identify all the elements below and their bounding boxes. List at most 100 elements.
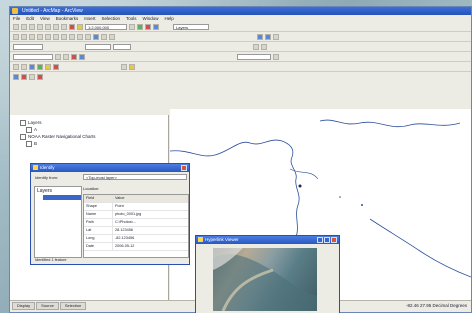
back-icon[interactable] xyxy=(61,33,67,40)
rotate-icon[interactable] xyxy=(55,53,61,60)
menu-insert[interactable]: Insert xyxy=(84,15,95,22)
menu-selection[interactable]: Selection xyxy=(102,15,121,22)
small-island xyxy=(339,196,341,198)
tools-toolbar xyxy=(10,32,471,42)
help-icon[interactable] xyxy=(153,23,159,30)
select-elements-icon[interactable] xyxy=(85,33,91,40)
fixed-zoom-out-icon[interactable] xyxy=(53,33,59,40)
menu-window[interactable]: Window xyxy=(143,15,159,22)
data-view-icon[interactable] xyxy=(21,73,27,80)
table-row[interactable]: Name photo_0001.jpg xyxy=(84,211,188,219)
forward-icon[interactable] xyxy=(69,33,75,40)
print-icon[interactable] xyxy=(37,23,43,30)
menu-bookmarks[interactable]: Bookmarks xyxy=(56,15,79,22)
photo-point[interactable] xyxy=(298,184,302,188)
menu-help[interactable]: Help xyxy=(165,15,174,22)
menu-file[interactable]: File xyxy=(13,15,20,22)
drawing-combo[interactable] xyxy=(13,43,43,50)
tab-selection[interactable]: Selection xyxy=(59,302,87,310)
effects-combo[interactable] xyxy=(237,53,271,60)
tree-noaa-charts[interactable]: NOAA Raster Navigational Charts xyxy=(20,133,96,140)
paste-icon[interactable] xyxy=(61,23,67,30)
cut-icon[interactable] xyxy=(45,23,51,30)
app-titlebar[interactable]: Untitled - ArcMap - ArcView xyxy=(10,7,471,15)
pause-drawing-icon[interactable] xyxy=(37,73,43,80)
checkbox-icon[interactable] xyxy=(26,126,32,133)
table-row[interactable]: Long -82.123456 xyxy=(84,235,188,243)
menu-view[interactable]: View xyxy=(40,15,50,22)
scale-combo[interactable]: 1:2,000,000 xyxy=(85,23,127,30)
layer-tree: Layers A NOAA Raster Navigational Charts… xyxy=(20,119,96,147)
menu-edit[interactable]: Edit xyxy=(26,15,34,22)
italic-icon[interactable] xyxy=(261,43,267,50)
misc-toolbar xyxy=(10,72,471,81)
font-combo[interactable] xyxy=(85,43,111,50)
tree-layer-b[interactable]: B xyxy=(20,140,96,147)
font-size-combo[interactable] xyxy=(113,43,131,50)
attributes-icon[interactable] xyxy=(45,63,51,70)
tab-source[interactable]: Source xyxy=(36,302,59,310)
identify-tree[interactable]: Layers xyxy=(34,186,82,258)
checkbox-icon[interactable] xyxy=(20,133,26,140)
task-icon[interactable] xyxy=(29,63,35,70)
select-features-icon[interactable] xyxy=(77,33,83,40)
delete-icon[interactable] xyxy=(69,23,75,30)
copy-icon[interactable] xyxy=(53,23,59,30)
add-data-icon[interactable] xyxy=(77,23,83,30)
full-extent-icon[interactable] xyxy=(37,33,43,40)
add-control-point-icon[interactable] xyxy=(71,53,77,60)
identify-titlebar[interactable]: Identify xyxy=(31,164,189,172)
sketch-properties-icon[interactable] xyxy=(53,63,59,70)
table-row[interactable]: Lat 28.123456 xyxy=(84,227,188,235)
editor-icon[interactable] xyxy=(129,23,135,30)
coastline-north xyxy=(319,119,461,128)
menu-tools[interactable]: Tools xyxy=(126,15,137,22)
zoom-out-icon[interactable] xyxy=(21,33,27,40)
layout-view-icon[interactable] xyxy=(13,73,19,80)
open-icon[interactable] xyxy=(21,23,27,30)
close-button[interactable] xyxy=(331,237,337,243)
go-to-xy-icon[interactable] xyxy=(265,33,271,40)
contrast-icon[interactable] xyxy=(273,53,279,60)
split-icon[interactable] xyxy=(121,63,127,70)
menu-bar: File Edit View Bookmarks Insert Selectio… xyxy=(10,15,471,22)
bold-icon[interactable] xyxy=(253,43,259,50)
identify-icon xyxy=(33,165,38,170)
refresh-icon[interactable] xyxy=(29,73,35,80)
minimize-button[interactable] xyxy=(317,237,323,243)
view-link-table-icon[interactable] xyxy=(79,53,85,60)
save-icon[interactable] xyxy=(29,23,35,30)
table-row[interactable]: Shape Point xyxy=(84,203,188,211)
target-icon[interactable] xyxy=(37,63,43,70)
tree-layer-a[interactable]: A xyxy=(20,126,96,133)
table-row[interactable]: Date 2006-05-12 xyxy=(84,243,188,251)
pan-icon[interactable] xyxy=(29,33,35,40)
command-line-icon[interactable] xyxy=(145,23,151,30)
identify-icon[interactable] xyxy=(93,33,99,40)
new-icon[interactable] xyxy=(13,23,19,30)
fixed-zoom-in-icon[interactable] xyxy=(45,33,51,40)
identify-from-combo[interactable]: <Top-most layer> xyxy=(83,174,187,180)
tab-display[interactable]: Display xyxy=(12,302,36,310)
zoom-in-icon[interactable] xyxy=(13,33,19,40)
edit-tool-icon[interactable] xyxy=(13,63,19,70)
close-button[interactable] xyxy=(181,165,187,171)
rotate-tool-icon[interactable] xyxy=(129,63,135,70)
table-row[interactable]: Path C:\Photos\... xyxy=(84,219,188,227)
maximize-button[interactable] xyxy=(324,237,330,243)
identify-tree-root[interactable]: Layers xyxy=(35,187,81,195)
time-slider-icon[interactable] xyxy=(273,33,279,40)
sketch-tool-icon[interactable] xyxy=(21,63,27,70)
georef-combo[interactable] xyxy=(13,53,53,60)
shift-icon[interactable] xyxy=(63,53,69,60)
hyperlink-icon[interactable] xyxy=(257,33,263,40)
drawing-toolbar xyxy=(10,42,471,52)
identify-tree-selected[interactable] xyxy=(43,195,81,200)
tree-layers[interactable]: Layers xyxy=(20,119,96,126)
arctoolbox-icon[interactable] xyxy=(137,23,143,30)
measure-icon[interactable] xyxy=(109,33,115,40)
layer-combo[interactable]: Layers xyxy=(173,23,209,30)
find-icon[interactable] xyxy=(101,33,107,40)
editor-toolbar xyxy=(10,62,471,72)
hyperlink-titlebar[interactable]: Hyperlink Viewer xyxy=(196,236,339,244)
